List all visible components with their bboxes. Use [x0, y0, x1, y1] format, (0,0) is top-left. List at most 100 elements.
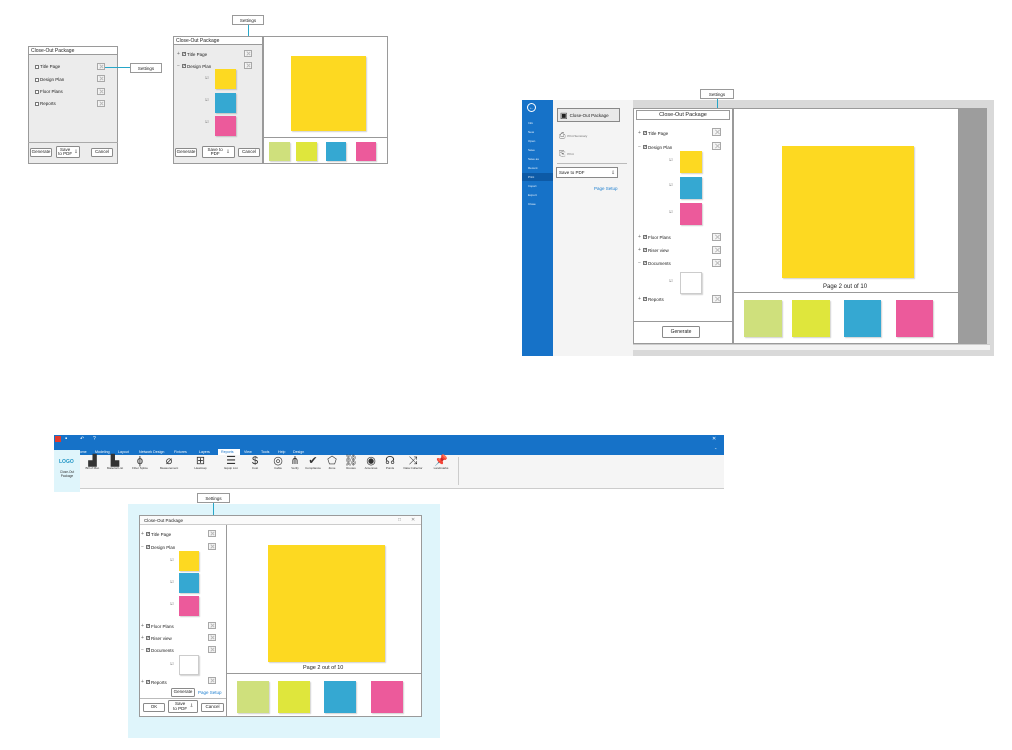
- expand-icon[interactable]: +: [176, 51, 181, 57]
- tree-item-design-plan[interactable]: −Design Plan: [637, 144, 672, 151]
- ribbon-button[interactable]: ◎ Cable: [270, 455, 286, 471]
- settings-icon[interactable]: [208, 543, 216, 550]
- ribbon-button[interactable]: ⊞ Heatmap: [188, 455, 213, 471]
- settings-icon[interactable]: [208, 634, 216, 641]
- thumbnail-pink[interactable]: [215, 116, 236, 136]
- tree-item-title-page[interactable]: + Title Page: [176, 51, 207, 58]
- collapse-icon[interactable]: −: [637, 144, 642, 150]
- back-arrow-icon[interactable]: ←: [527, 103, 536, 112]
- thumbnail-white-document[interactable]: [179, 655, 199, 675]
- checkbox[interactable]: ☑: [170, 601, 174, 606]
- ribbon-button[interactable]: ϕ Fiber Splice: [130, 455, 150, 471]
- checkbox[interactable]: ☑: [205, 97, 209, 102]
- settings-icon[interactable]: [97, 75, 105, 82]
- expand-icon[interactable]: +: [637, 130, 642, 136]
- generate-button[interactable]: Generate: [175, 148, 197, 157]
- package-title-field[interactable]: Close-Out Package: [28, 46, 118, 55]
- checkbox[interactable]: [35, 89, 39, 94]
- ribbon-button[interactable]: ✔ Compliance: [304, 455, 322, 471]
- thumbnail-cyan[interactable]: [324, 681, 356, 713]
- ok-button[interactable]: OK: [143, 703, 165, 712]
- tree-item-title-page[interactable]: + Title Page: [140, 531, 171, 538]
- help-icon[interactable]: ?: [93, 436, 96, 442]
- checkbox[interactable]: [146, 531, 151, 537]
- thumbnail-light-green[interactable]: [269, 142, 290, 161]
- save-to-pdf-button[interactable]: Save to PDF ⇩: [202, 146, 235, 158]
- tree-item-documents[interactable]: −Documents: [140, 647, 174, 654]
- ribbon-button[interactable]: ☰ Equip List: [222, 455, 240, 471]
- settings-icon[interactable]: [712, 233, 721, 241]
- thumbnail-cyan[interactable]: [215, 93, 236, 113]
- expand-icon[interactable]: +: [140, 635, 145, 641]
- save-to-pdf-button[interactable]: Save to PDF ⇩: [168, 700, 198, 713]
- checkbox[interactable]: [643, 296, 648, 302]
- settings-icon[interactable]: [97, 88, 105, 95]
- thumbnail-yellow[interactable]: [680, 151, 702, 173]
- backstage-menu-item[interactable]: Info: [528, 121, 533, 125]
- checkbox[interactable]: ☑: [669, 182, 673, 187]
- expand-icon[interactable]: +: [140, 679, 145, 685]
- settings-icon[interactable]: [712, 246, 721, 254]
- ribbon-tab[interactable]: Reports: [221, 450, 234, 454]
- tree-item-floor-plans[interactable]: + Floor Plans: [140, 623, 174, 630]
- settings-icon[interactable]: [97, 100, 105, 107]
- checkbox[interactable]: [146, 647, 151, 653]
- print-option[interactable]: ⎘ Print: [559, 148, 599, 160]
- thumbnail-cyan[interactable]: [844, 300, 881, 337]
- ribbon-tab[interactable]: Tools: [261, 450, 269, 454]
- checkbox[interactable]: ☑: [669, 209, 673, 214]
- checkbox[interactable]: [35, 77, 39, 82]
- backstage-menu-item[interactable]: Save as: [528, 157, 539, 161]
- checkbox[interactable]: [146, 635, 151, 641]
- checkbox[interactable]: [35, 101, 39, 106]
- page-setup-link[interactable]: Page Setup: [198, 690, 222, 695]
- logo-caption[interactable]: Close-Out Package: [56, 470, 78, 478]
- settings-icon[interactable]: [208, 622, 216, 629]
- ribbon-tab[interactable]: Network Design: [139, 450, 164, 454]
- tree-item-title-page[interactable]: Title Page: [35, 64, 60, 69]
- checkbox[interactable]: ☑: [669, 157, 673, 162]
- thumbnail-yellow[interactable]: [215, 69, 236, 89]
- ribbon-button[interactable]: 📌 Landmarks: [430, 455, 452, 471]
- window-close-icon[interactable]: ✕: [712, 436, 716, 442]
- thumbnail-lime[interactable]: [278, 681, 310, 713]
- settings-icon[interactable]: [208, 677, 216, 684]
- checkbox[interactable]: [643, 144, 648, 150]
- ribbon-button[interactable]: ⋔ Verify: [288, 455, 302, 471]
- thumbnail-pink[interactable]: [356, 142, 376, 161]
- expand-icon[interactable]: +: [637, 296, 642, 302]
- settings-icon[interactable]: [712, 128, 721, 136]
- print-preview-option[interactable]: ⎙ Print Summary: [559, 130, 599, 142]
- maximize-icon[interactable]: □: [398, 517, 401, 523]
- checkbox[interactable]: ☑: [170, 557, 174, 562]
- backstage-menu-item[interactable]: New: [528, 130, 534, 134]
- tree-item-design-plan[interactable]: −Design Plan: [140, 544, 175, 551]
- ribbon-button[interactable]: ◉ Antennas: [362, 455, 380, 471]
- checkbox[interactable]: [643, 234, 648, 240]
- quick-access-undo-icon[interactable]: ↶: [80, 436, 84, 442]
- checkbox[interactable]: [182, 63, 187, 69]
- checkbox[interactable]: [643, 130, 648, 136]
- checkbox[interactable]: ☑: [170, 579, 174, 584]
- backstage-menu-item[interactable]: Export: [528, 193, 537, 197]
- ribbon-tab[interactable]: Modeling: [95, 450, 110, 454]
- page-setup-link[interactable]: Page Setup: [594, 186, 618, 191]
- tree-item-floor-plans[interactable]: + Floor Plans: [637, 234, 671, 241]
- checkbox[interactable]: [643, 247, 648, 253]
- checkbox[interactable]: ☑: [205, 119, 209, 124]
- thumbnail-pink[interactable]: [179, 596, 199, 616]
- settings-icon[interactable]: [244, 62, 252, 69]
- collapse-icon[interactable]: −: [140, 544, 145, 550]
- tree-item-riser-view[interactable]: + Riser view: [637, 247, 669, 254]
- thumbnail-pink[interactable]: [896, 300, 933, 337]
- generate-button[interactable]: Generate: [171, 688, 195, 697]
- ribbon-button[interactable]: ⛓ Routes: [343, 455, 359, 471]
- settings-icon[interactable]: [244, 50, 252, 57]
- backstage-menu-item[interactable]: Recent: [528, 166, 538, 170]
- ribbon-button[interactable]: ▟ Bill of Mat.: [85, 455, 100, 471]
- thumbnail-cyan[interactable]: [680, 177, 702, 199]
- cancel-button[interactable]: Cancel: [201, 703, 224, 712]
- ribbon-button[interactable]: $ Cost: [246, 455, 264, 471]
- package-title-field[interactable]: Close-Out Package: [173, 36, 263, 45]
- checkbox[interactable]: [35, 64, 39, 69]
